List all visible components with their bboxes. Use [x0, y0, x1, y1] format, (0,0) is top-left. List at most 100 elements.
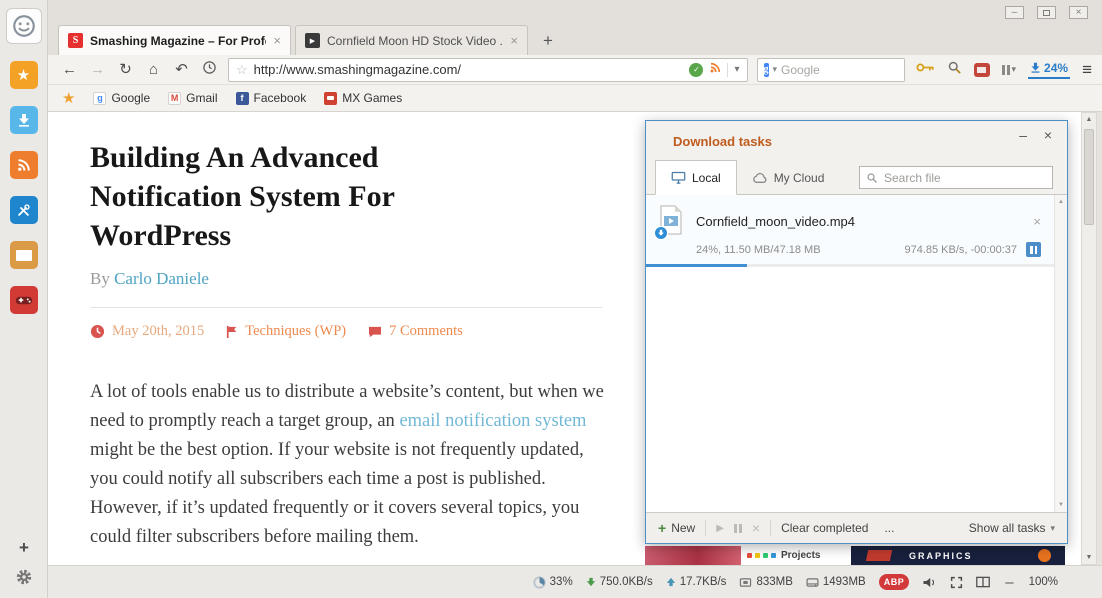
- page-content: Building An Advanced Notification System…: [48, 112, 1081, 565]
- page-status-icon[interactable]: ✓: [689, 63, 703, 77]
- home-button[interactable]: ⌂: [144, 61, 163, 79]
- minimize-button[interactable]: –: [1005, 6, 1024, 19]
- sidebar-favorites-icon[interactable]: ★: [10, 61, 38, 89]
- bookmark-facebook[interactable]: f Facebook: [236, 91, 307, 105]
- menu-button[interactable]: ≡: [1082, 60, 1092, 80]
- toolbar-actions: ▾ 24% ≡: [914, 60, 1092, 80]
- download-progress-button[interactable]: 24%: [1028, 61, 1070, 79]
- zoom-level[interactable]: 100%: [1029, 576, 1058, 588]
- tab-label: Local: [692, 171, 721, 185]
- bookmark-gmail[interactable]: M Gmail: [168, 91, 217, 105]
- tab-local[interactable]: Local: [655, 160, 737, 195]
- gmail-favicon-icon: M: [168, 92, 181, 105]
- tab-cornfield-video[interactable]: ▶ Cornfield Moon HD Stock Video ... ×: [295, 25, 528, 55]
- item-close-icon[interactable]: ×: [1033, 214, 1041, 229]
- clear-completed-button[interactable]: Clear completed: [781, 521, 868, 535]
- item-pause-button[interactable]: [1026, 242, 1041, 257]
- sidebar-add-button[interactable]: +: [19, 540, 29, 556]
- panel-close-icon[interactable]: ×: [1044, 127, 1052, 143]
- down-arrow-icon: [586, 577, 596, 587]
- chevron-down-icon: ▾: [1050, 523, 1055, 534]
- more-options-button[interactable]: ...: [884, 521, 894, 535]
- category-link[interactable]: Techniques (WP): [245, 323, 346, 340]
- sidebar-tools-icon[interactable]: [10, 196, 38, 224]
- resume-button[interactable]: ▶: [716, 523, 724, 534]
- history-button[interactable]: [200, 60, 219, 80]
- forward-button[interactable]: →: [88, 61, 107, 79]
- adblock-badge[interactable]: ABP: [879, 574, 910, 590]
- favicon-placeholder-icon: ☆: [236, 62, 248, 78]
- back-button[interactable]: ←: [60, 61, 79, 79]
- tab-my-cloud[interactable]: My Cloud: [737, 160, 840, 195]
- url-dropdown-icon[interactable]: ▾: [734, 64, 739, 75]
- search-icon: [866, 172, 878, 184]
- ad-thumbnail[interactable]: [645, 546, 741, 565]
- google-search-icon: g: [764, 63, 769, 77]
- comments-link[interactable]: 7 Comments: [389, 323, 463, 340]
- pause-button[interactable]: [734, 524, 742, 533]
- maxthon-logo[interactable]: [6, 8, 42, 44]
- download-item[interactable]: Cornfield_moon_video.mp4 × 24%, 11.50 MB…: [646, 195, 1067, 267]
- close-button[interactable]: ×: [1069, 6, 1088, 19]
- snap-screenshot-icon[interactable]: [974, 63, 990, 77]
- download-arrow-icon: [1030, 62, 1041, 73]
- author-link[interactable]: Carlo Daniele: [114, 269, 209, 288]
- scroll-up-icon[interactable]: ▲: [1055, 199, 1067, 205]
- scroll-up-icon[interactable]: ▲: [1082, 116, 1096, 123]
- fullscreen-icon[interactable]: [950, 576, 963, 589]
- new-tab-button[interactable]: +: [535, 27, 561, 55]
- refresh-button[interactable]: ↻: [116, 61, 135, 79]
- smiley-icon: [11, 13, 37, 39]
- favorites-star-icon[interactable]: ★: [62, 89, 75, 107]
- address-bar[interactable]: ☆ ✓ ▾: [228, 58, 748, 82]
- bookmark-google[interactable]: g Google: [93, 91, 150, 105]
- scroll-down-icon[interactable]: ▼: [1082, 554, 1096, 561]
- sidebar-notes-icon[interactable]: [10, 241, 38, 269]
- google-favicon-icon: g: [93, 92, 106, 105]
- graphics-ad[interactable]: GRAPHICS: [851, 546, 1065, 565]
- sidebar-games-icon[interactable]: [10, 286, 38, 314]
- split-view-icon[interactable]: [976, 576, 990, 588]
- sidebar-downloads-icon[interactable]: [10, 106, 38, 134]
- divider: [90, 307, 602, 308]
- passkeeper-key-icon[interactable]: [916, 61, 935, 79]
- tab-close-icon[interactable]: ×: [273, 33, 281, 48]
- feed-rss-icon[interactable]: [709, 61, 721, 79]
- search-box[interactable]: g ▾: [757, 58, 905, 82]
- tab-close-icon[interactable]: ×: [510, 33, 518, 48]
- undo-button[interactable]: ↶: [172, 61, 191, 79]
- show-all-tasks-button[interactable]: Show all tasks ▾: [969, 521, 1055, 535]
- url-input[interactable]: [254, 62, 684, 77]
- clock-icon: [90, 324, 105, 339]
- zoom-out-button[interactable]: –: [1003, 574, 1015, 591]
- comment-bubble-icon: [368, 326, 382, 338]
- download-arrow-icon: [17, 113, 31, 127]
- scroll-down-icon[interactable]: ▼: [1055, 502, 1067, 508]
- sidebar-rss-icon[interactable]: [10, 151, 38, 179]
- browser-window: ★ + S Smashing Maga: [0, 0, 1102, 598]
- divider: [705, 520, 706, 536]
- speaker-icon[interactable]: [922, 576, 937, 589]
- maximize-button[interactable]: [1037, 6, 1056, 19]
- email-notification-link[interactable]: email notification system: [399, 411, 586, 431]
- bookmark-mx-games[interactable]: MX Games: [324, 91, 402, 105]
- projects-ad[interactable]: Projects: [741, 546, 851, 565]
- page-scrollbar[interactable]: ▲ ▼: [1081, 112, 1097, 565]
- settings-gear-icon[interactable]: [16, 569, 32, 590]
- new-download-button[interactable]: + New: [658, 520, 695, 536]
- pie-progress-icon: [533, 576, 546, 589]
- cancel-button[interactable]: ×: [752, 520, 760, 536]
- flag-icon: [226, 325, 238, 339]
- panel-search-input[interactable]: [884, 171, 1046, 185]
- tab-smashing-magazine[interactable]: S Smashing Magazine – For Profe... ×: [58, 25, 291, 55]
- panel-minimize-icon[interactable]: –: [1019, 127, 1027, 143]
- panes-icon: [1002, 65, 1010, 75]
- panel-search-box[interactable]: [859, 166, 1053, 189]
- file-name: Cornfield_moon_video.mp4: [696, 214, 1033, 229]
- video-file-icon: [659, 205, 685, 237]
- search-engine-dropdown-icon[interactable]: ▾: [773, 64, 778, 75]
- scrollbar-thumb[interactable]: [1084, 129, 1094, 225]
- magic-fill-search-icon[interactable]: [947, 60, 962, 80]
- panel-scrollbar[interactable]: ▲ ▼: [1054, 195, 1067, 512]
- split-screen-button[interactable]: ▾: [1002, 64, 1017, 75]
